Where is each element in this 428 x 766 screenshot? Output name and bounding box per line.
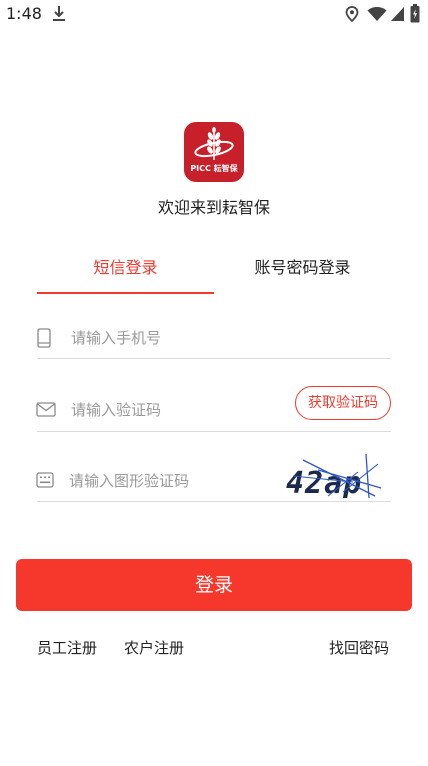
- phone-input[interactable]: [71, 325, 381, 351]
- tab-password-login[interactable]: 账号密码登录: [214, 254, 391, 278]
- tab-sms-login[interactable]: 短信登录: [37, 254, 214, 278]
- keyboard-icon: [36, 472, 54, 488]
- app-logo: PICC 耘智保: [184, 122, 244, 182]
- download-icon: [53, 6, 65, 21]
- captcha-input[interactable]: [69, 468, 274, 494]
- sms-code-underline: [37, 431, 391, 432]
- recover-password-link[interactable]: 找回密码: [329, 637, 389, 658]
- wifi-icon: [367, 7, 387, 21]
- login-button[interactable]: 登录: [16, 559, 412, 611]
- captcha-underline: [37, 501, 391, 502]
- staff-register-link[interactable]: 员工注册: [37, 637, 97, 658]
- sms-code-input[interactable]: [71, 397, 286, 423]
- get-code-button[interactable]: 获取验证码: [295, 386, 391, 420]
- signal-icon: [391, 7, 404, 21]
- logo-text: PICC 耘智保: [190, 164, 238, 173]
- captcha-image[interactable]: 42ap: [283, 452, 383, 498]
- status-time: 1:48: [6, 4, 42, 23]
- battery-icon: [410, 4, 420, 23]
- farmer-register-link[interactable]: 农户注册: [124, 637, 184, 658]
- login-screen: 1:48 PICC 耘智保 欢迎来到耘智保 短信登录 账号密码登录 请输入手机号…: [0, 0, 428, 766]
- phone-icon: [37, 328, 51, 348]
- mail-icon: [36, 402, 56, 417]
- location-icon: [345, 6, 359, 22]
- status-bar: 1:48: [0, 0, 428, 28]
- welcome-text: 欢迎来到耘智保: [157, 198, 270, 217]
- active-tab-indicator: [37, 292, 214, 294]
- phone-underline: [37, 358, 391, 359]
